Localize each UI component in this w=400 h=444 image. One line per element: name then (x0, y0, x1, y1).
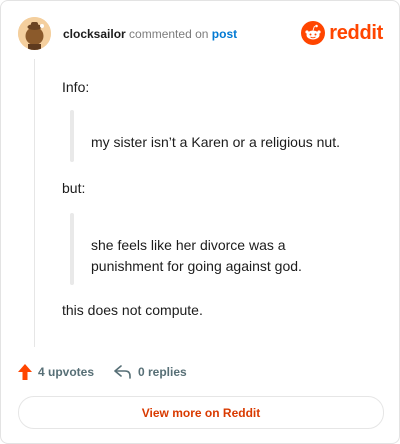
blockquote: my sister isn’t a Karen or a religious n… (62, 110, 383, 162)
reddit-wordmark: reddit (329, 21, 383, 44)
reply-arrow-icon (114, 365, 131, 379)
upvotes-count: 4 upvotes (38, 365, 95, 379)
action-text: commented on (129, 27, 209, 41)
reddit-snoo-icon (301, 21, 326, 45)
comment-actions: 4 upvotes 0 replies (18, 362, 382, 382)
user-avatar[interactable] (18, 17, 51, 50)
quote-text: my sister isn’t a Karen or a religious n… (91, 134, 340, 150)
blockquote: she feels like her divorce was a punishm… (62, 213, 383, 285)
comment-header: clocksailor commented on post reddit (18, 17, 383, 51)
comment-paragraph: this does not compute. (62, 302, 203, 318)
view-more-button[interactable]: View more on Reddit (18, 396, 384, 429)
comment-paragraph: Info: (62, 79, 90, 95)
upvote-arrow-icon (18, 364, 32, 380)
post-link[interactable]: post (212, 27, 237, 41)
replies-count: 0 replies (138, 365, 187, 379)
upvote-button[interactable]: 4 upvotes (18, 362, 94, 382)
quote-text: she feels like her divorce was a punishm… (91, 237, 302, 274)
reddit-embed-card: clocksailor commented on post reddit Inf… (0, 0, 400, 444)
thread-line[interactable] (34, 59, 35, 347)
comment-byline: clocksailor commented on post (63, 27, 237, 41)
reddit-logo[interactable]: reddit (301, 20, 383, 46)
comment-paragraph: but: (62, 180, 86, 196)
avatar-image (18, 17, 51, 50)
username-link[interactable]: clocksailor (63, 27, 126, 41)
replies-button[interactable]: 0 replies (114, 362, 187, 382)
